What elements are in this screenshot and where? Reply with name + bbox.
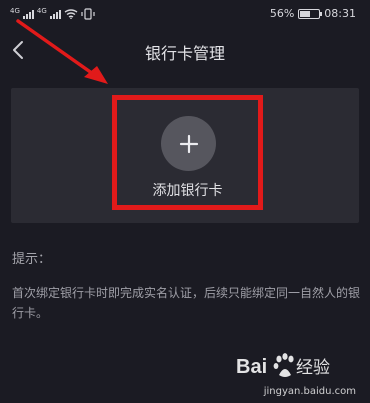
svg-text:经验: 经验 [296, 358, 330, 378]
baidu-paw-logo: Bai 经验 [236, 353, 330, 378]
battery-percent: 56% [269, 7, 295, 20]
status-time: 08:31 [324, 7, 356, 20]
status-left: 4G 4G [10, 0, 95, 28]
add-bank-card-button[interactable]: 添加银行卡 [112, 95, 263, 210]
signal-2-label: 4G [36, 7, 47, 15]
svg-text:Bai: Bai [236, 356, 267, 378]
status-right: 56% 08:31 [270, 0, 356, 28]
vibrate-icon [81, 8, 95, 20]
wifi-icon [64, 9, 78, 19]
tip-text: 首次绑定银行卡时即完成实名认证，后续只能绑定同一自然人的银行卡。 [12, 286, 361, 320]
signal-1-label: 4G [10, 7, 20, 15]
plus-glyph [179, 134, 198, 153]
tip-title: 提示： [12, 252, 52, 267]
signal-icon [22, 9, 34, 19]
add-bank-card-label: 添加银行卡 [152, 183, 223, 199]
status-bar: 4G 4G 56% 08:31 [0, 0, 370, 28]
battery-icon [298, 9, 323, 19]
baidu-jingyan-watermark: Bai 经验 jingyan.baidu.com [236, 349, 356, 397]
plus-icon[interactable] [161, 116, 216, 171]
signal-icon [49, 9, 61, 19]
battery-fill [300, 11, 311, 17]
nav-bar: 银行卡管理 [0, 28, 370, 72]
watermark-url: jingyan.baidu.com [263, 386, 356, 397]
page-title: 银行卡管理 [144, 44, 225, 63]
